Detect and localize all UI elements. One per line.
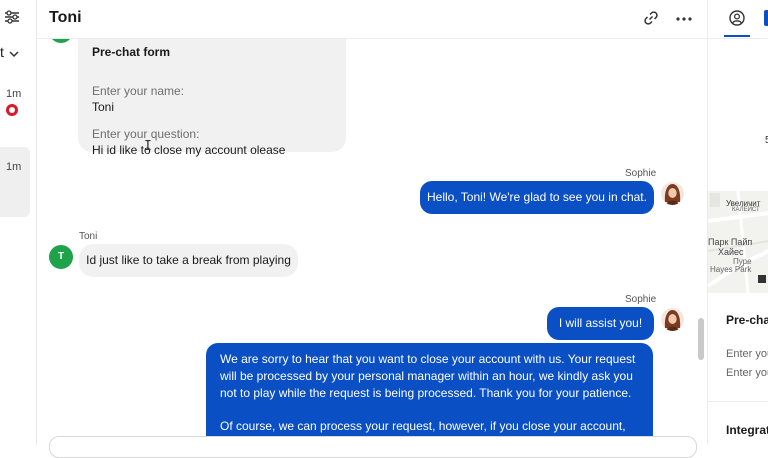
chevron-down-icon[interactable]	[8, 48, 20, 60]
map-label: Парк Пайп	[708, 237, 753, 247]
map-label: Хайес	[718, 247, 744, 257]
map-label: Hayes Park	[710, 265, 752, 274]
message-author: Sophie	[625, 294, 657, 305]
prechat-form-title: Pre-chat form	[92, 45, 171, 59]
agent-message: Hello, Toni! We're glad to see you in ch…	[420, 181, 654, 214]
agent-message: We are sorry to hear that you want to cl…	[206, 343, 653, 445]
conversation-item-selected[interactable]	[0, 147, 30, 217]
section-title: Pre-chat	[726, 313, 768, 327]
field-label: Enter you	[726, 367, 768, 379]
conversation-time: 1m	[6, 161, 22, 173]
message-composer[interactable]	[49, 436, 697, 458]
text-cursor-icon: I	[144, 139, 152, 154]
name-value: Toni	[92, 100, 115, 114]
agent-avatar	[661, 182, 684, 205]
page-title: Toni	[49, 9, 82, 26]
divider	[708, 38, 768, 39]
tab-secondary[interactable]	[764, 10, 768, 26]
prechat-form-card: Pre-chat form Enter your name: Toni Ente…	[78, 39, 346, 157]
location-map[interactable]: Увеличит КАЛЕЙСТ Парк Пайп Хайес Пуре Ha…	[708, 191, 768, 293]
field-label: Enter you	[726, 348, 768, 360]
message-author: Toni	[79, 231, 98, 242]
filter-icon[interactable]	[3, 8, 21, 26]
question-value: Hi id like to close my account olease	[92, 143, 286, 157]
more-options-icon[interactable]	[675, 10, 693, 28]
active-tab-indicator	[724, 35, 750, 37]
conversation-time: 1m	[6, 88, 22, 100]
message-paragraph: We are sorry to hear that you want to cl…	[220, 352, 636, 400]
customer-message: Id just like to take a break from playin…	[79, 244, 298, 277]
agent-avatar	[661, 308, 684, 331]
chat-scrollbar[interactable]	[698, 318, 704, 360]
agent-message: I will assist you!	[547, 307, 654, 340]
details-panel: 5 Увеличит КАЛЕЙСТ Парк Пайп Хайес Пуре …	[707, 0, 768, 445]
unread-badge	[6, 104, 18, 116]
chat-transcript: Pre-chat form Enter your name: Toni Ente…	[37, 39, 697, 445]
link-icon[interactable]	[643, 10, 659, 26]
avatar	[49, 39, 73, 43]
avatar: T	[49, 245, 73, 269]
user-profile-icon[interactable]	[729, 10, 745, 26]
message-author: Sophie	[625, 168, 657, 179]
name-label: Enter your name:	[92, 84, 185, 98]
conversation-list: t 1m 1m	[0, 0, 37, 445]
status-dropdown-label[interactable]: t	[0, 44, 4, 60]
map-label: КАЛЕЙСТ	[732, 207, 760, 213]
divider	[708, 401, 768, 402]
chat-header: Toni	[37, 0, 707, 39]
section-title[interactable]: Integrat	[726, 423, 768, 437]
